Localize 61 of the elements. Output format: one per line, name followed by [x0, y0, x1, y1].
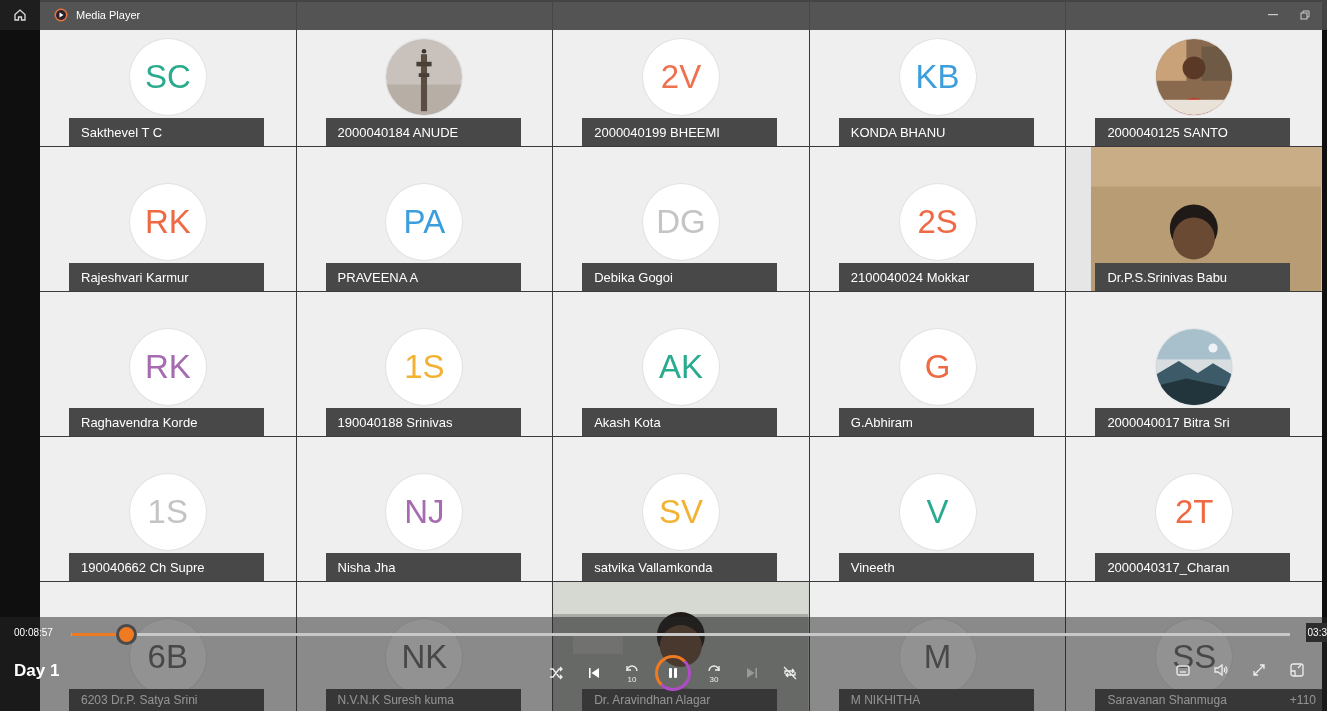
avatar: DG: [643, 184, 719, 260]
next-icon: [744, 665, 760, 681]
restore-icon: [1300, 10, 1310, 20]
participant-name: 2000040125 SANTO: [1095, 118, 1291, 146]
participant-name: 6203 Dr.P. Satya Srini: [69, 689, 264, 711]
participant-name: 2100040024 Mokkar: [838, 263, 1034, 291]
participant-name: Raghavendra Korde: [69, 408, 264, 436]
fullscreen-icon: [1251, 662, 1267, 678]
avatar: 1S: [129, 474, 206, 550]
participant-name: Rajeshvari Karmur: [69, 263, 264, 291]
participant-name: Sakthevel T C: [69, 118, 264, 146]
minimize-icon: [1268, 14, 1278, 16]
media-title: Day 1: [14, 661, 60, 681]
skip-forward-button[interactable]: 30: [695, 658, 733, 688]
avatar: V: [899, 474, 976, 550]
avatar: SC: [129, 39, 206, 115]
avatar: G: [899, 329, 976, 405]
avatar: RK: [129, 184, 206, 260]
participant-name: Dr. Aravindhan Alagar: [582, 689, 778, 711]
avatar: SV: [643, 474, 719, 550]
participant-name: PRAVEENA A: [325, 263, 521, 291]
participant-name: 2000040184 ANUDE: [325, 118, 521, 146]
avatar: PA: [386, 184, 463, 260]
home-button[interactable]: [0, 0, 40, 30]
participant-name: 2000040317_Charan: [1095, 553, 1291, 581]
participant-name: G.Abhiram: [838, 408, 1034, 436]
avatar: 2S: [899, 184, 976, 260]
participant-name: M NIKHITHA: [838, 689, 1034, 711]
pause-button[interactable]: [655, 655, 691, 691]
avatar: 2T: [1156, 474, 1233, 550]
skip-forward-icon: [706, 663, 722, 673]
seek-thumb[interactable]: [118, 627, 134, 642]
participant-name: 190040188 Srinivas: [325, 408, 521, 436]
previous-icon: [586, 665, 602, 681]
participant-name: satvika Vallamkonda: [582, 553, 778, 581]
total-time: 03:3: [1305, 623, 1327, 642]
participant-name: 2000040199 BHEEMI: [582, 118, 778, 146]
participant-name: 2000040017 Bitra Sri: [1095, 408, 1291, 436]
participant-name: KONDA BHANU: [838, 118, 1034, 146]
mini-player-icon: [1289, 662, 1305, 678]
participant-name: Debika Gogoi: [582, 263, 778, 291]
avatar: NJ: [386, 474, 463, 550]
participant-name: Vineeth: [838, 553, 1034, 581]
avatar: KB: [899, 39, 976, 115]
volume-icon: [1213, 662, 1229, 678]
window-title: Media Player: [76, 9, 141, 21]
participant-name: Nisha Jha: [325, 553, 521, 581]
repeat-icon: [782, 665, 798, 681]
current-time: 00:08:57: [14, 627, 53, 638]
avatar: 2V: [643, 39, 719, 115]
participant-name: 190040662 Ch Supre: [69, 553, 264, 581]
participant-name: Akash Kota: [582, 408, 778, 436]
participant-name: N.V.N.K Suresh kuma: [325, 689, 521, 711]
participant-name: Dr.P.S.Srinivas Babu: [1095, 263, 1291, 291]
app-logo-icon: [54, 8, 68, 22]
skip-back-icon: [624, 663, 640, 673]
avatar: AK: [643, 329, 719, 405]
avatar: 1S: [386, 329, 463, 405]
home-icon: [13, 8, 27, 22]
avatar: RK: [129, 329, 206, 405]
skip-back-button[interactable]: 10: [613, 658, 651, 688]
